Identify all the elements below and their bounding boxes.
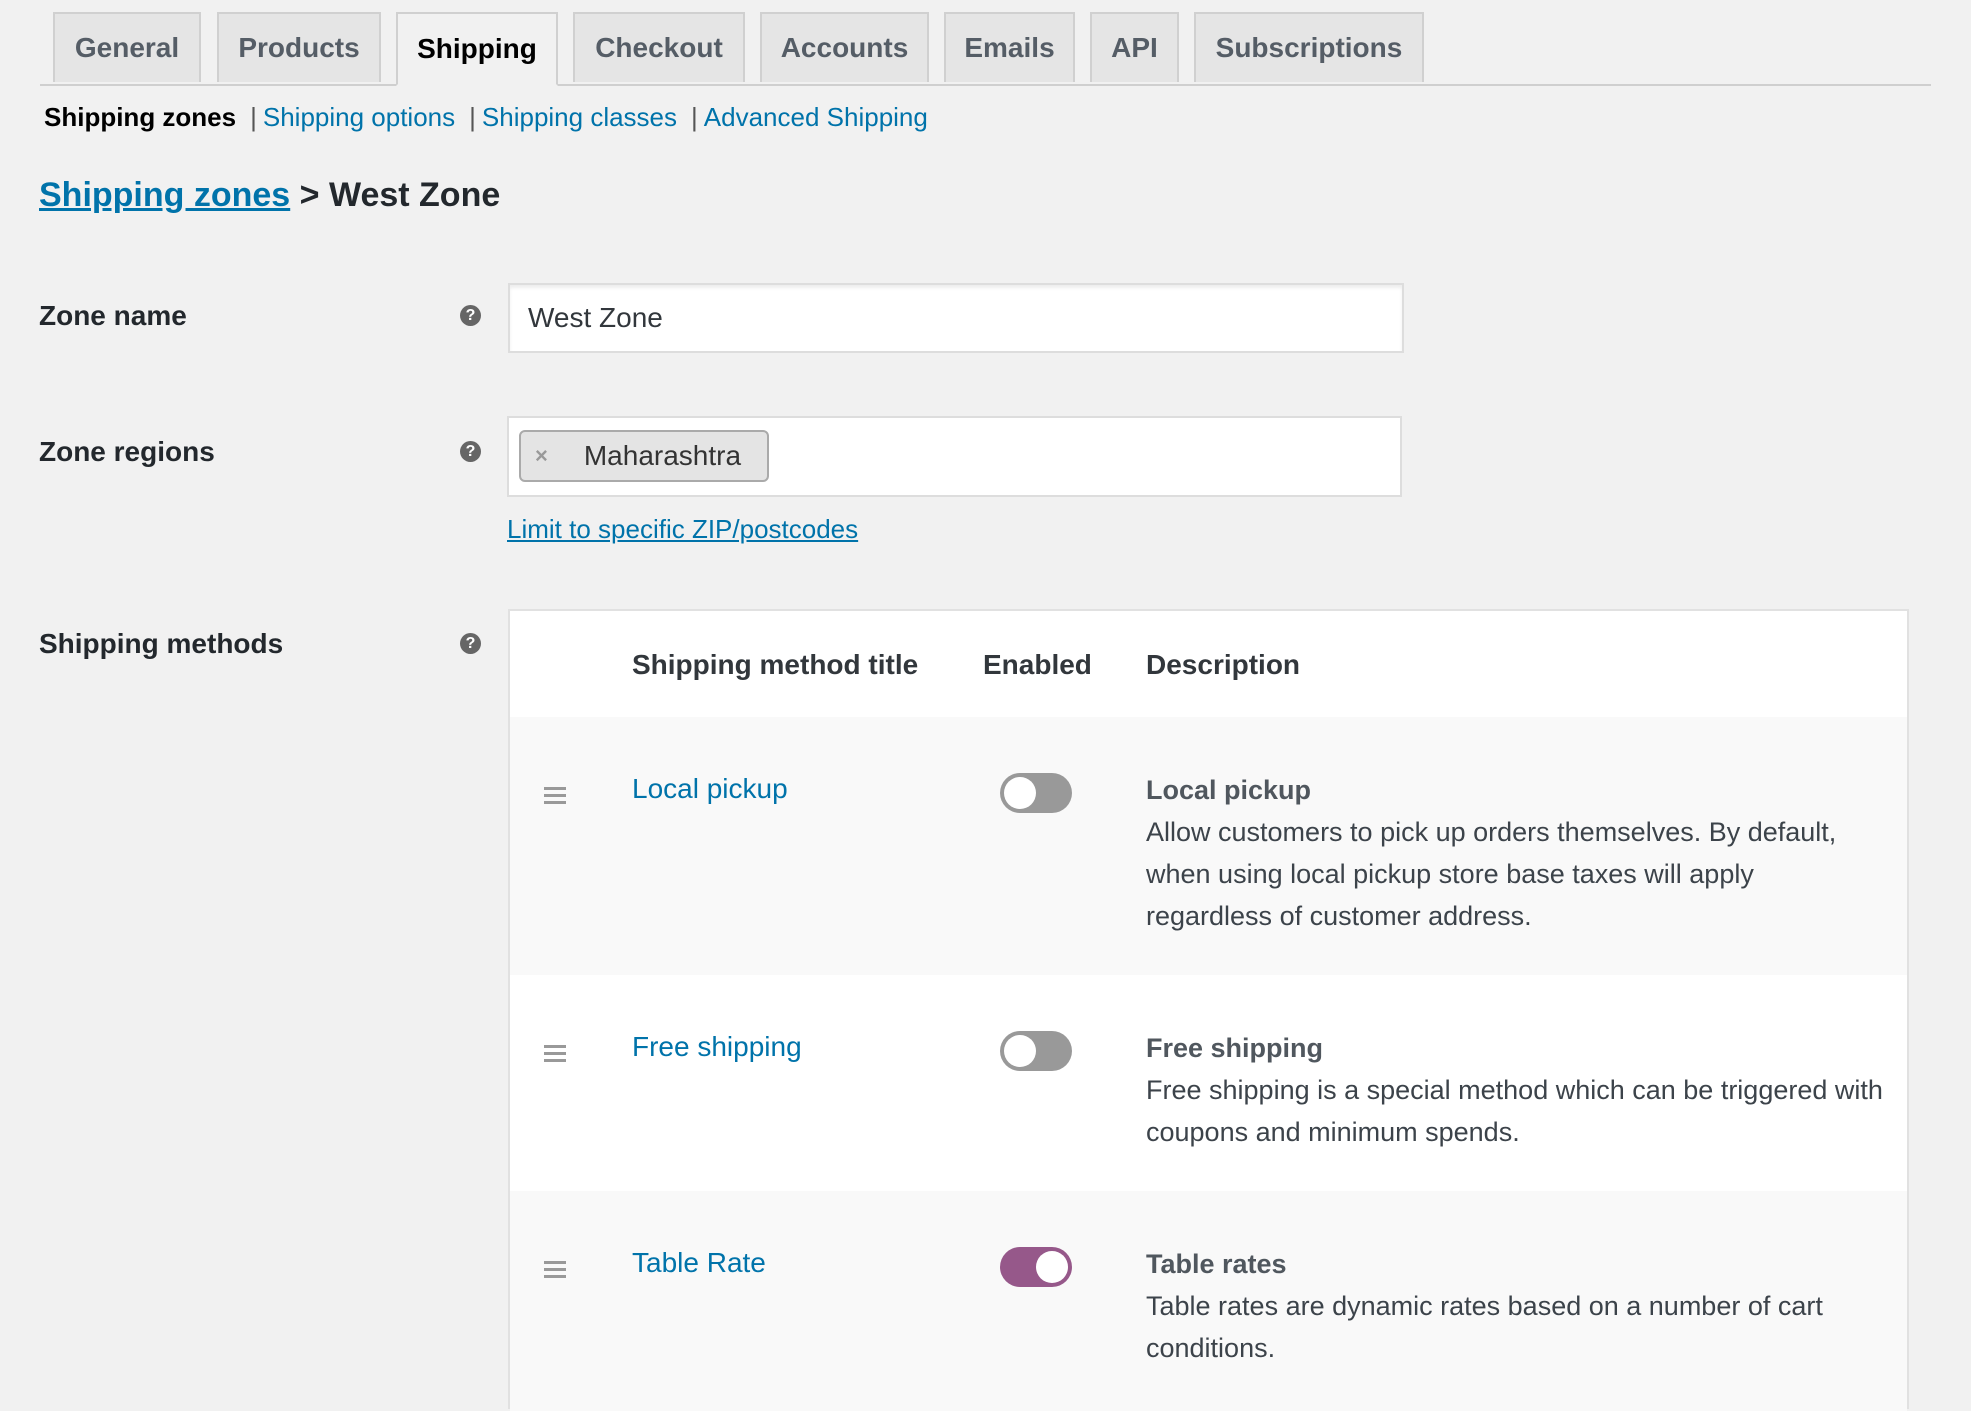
subnav-separator: |: [691, 102, 698, 132]
method-description-text: Allow customers to pick up orders themse…: [1146, 817, 1837, 931]
drag-handle-icon[interactable]: [544, 1045, 566, 1066]
method-description: Free shipping Free shipping is a special…: [1146, 1027, 1886, 1153]
subnav-separator: |: [469, 102, 476, 132]
settings-tabs: General Products Shipping Checkout Accou…: [40, 12, 1931, 86]
shipping-methods-label: Shipping methods: [39, 628, 284, 659]
tab-api[interactable]: API: [1090, 12, 1179, 82]
close-icon[interactable]: ×: [535, 443, 548, 469]
help-circle-icon[interactable]: ?: [460, 305, 481, 326]
region-chip-label: Maharashtra: [583, 440, 742, 471]
table-row: Free shipping Free shipping Free shippin…: [510, 975, 1907, 1191]
subnav-shipping-zones[interactable]: Shipping zones: [44, 102, 236, 133]
tab-shipping[interactable]: Shipping: [396, 12, 558, 86]
subnav-advanced-shipping[interactable]: Advanced Shipping: [704, 102, 928, 133]
zone-regions-select[interactable]: × Maharashtra: [507, 416, 1402, 497]
method-description-text: Free shipping is a special method which …: [1146, 1075, 1883, 1147]
limit-postcodes-link[interactable]: Limit to specific ZIP/postcodes: [507, 514, 858, 545]
method-description-title: Local pickup: [1146, 775, 1312, 805]
method-title-link[interactable]: Free shipping: [632, 1031, 802, 1063]
table-header: Shipping method title Enabled Descriptio…: [510, 611, 1907, 719]
subnav-shipping-classes[interactable]: Shipping classes: [482, 102, 677, 133]
column-header-title: Shipping method title: [632, 649, 919, 680]
method-description: Table rates Table rates are dynamic rate…: [1146, 1243, 1886, 1369]
region-chip: × Maharashtra: [519, 430, 769, 482]
method-title-link[interactable]: Local pickup: [632, 773, 788, 805]
help-circle-icon[interactable]: ?: [460, 441, 481, 462]
breadcrumb-shipping-zones-link[interactable]: Shipping zones: [39, 176, 290, 214]
enabled-toggle[interactable]: [1000, 1031, 1072, 1071]
zone-name-label: Zone name: [39, 300, 187, 331]
breadcrumb-current-zone: > West Zone: [290, 176, 501, 214]
subnav-shipping-options[interactable]: Shipping options: [263, 102, 455, 133]
tab-emails[interactable]: Emails: [944, 12, 1075, 82]
tab-checkout[interactable]: Checkout: [573, 12, 745, 82]
table-row: Table Rate Table rates Table rates are d…: [510, 1191, 1907, 1411]
zone-name-input[interactable]: [508, 283, 1404, 353]
enabled-toggle[interactable]: [1000, 1247, 1072, 1287]
method-description-title: Table rates: [1146, 1249, 1287, 1279]
subnav-separator: |: [250, 102, 257, 132]
tab-products[interactable]: Products: [217, 12, 381, 82]
method-description-text: Table rates are dynamic rates based on a…: [1146, 1291, 1823, 1363]
column-header-description: Description: [1146, 649, 1301, 680]
shipping-methods-table: Shipping method title Enabled Descriptio…: [508, 609, 1909, 1411]
tab-general[interactable]: General: [53, 12, 201, 82]
zone-regions-label: Zone regions: [39, 436, 215, 467]
table-row: Local pickup Local pickup Allow customer…: [510, 717, 1907, 975]
shipping-subnav: Shipping zones | Shipping options | Ship…: [44, 102, 928, 133]
method-description-title: Free shipping: [1146, 1033, 1324, 1063]
method-title-link[interactable]: Table Rate: [632, 1247, 766, 1279]
breadcrumb: Shipping zones > West Zone: [39, 176, 500, 215]
column-header-enabled: Enabled: [983, 649, 1092, 680]
enabled-toggle[interactable]: [1000, 773, 1072, 813]
tab-accounts[interactable]: Accounts: [760, 12, 929, 82]
help-circle-icon[interactable]: ?: [460, 633, 481, 654]
tab-subscriptions[interactable]: Subscriptions: [1194, 12, 1424, 82]
drag-handle-icon[interactable]: [544, 787, 566, 808]
method-description: Local pickup Allow customers to pick up …: [1146, 769, 1886, 937]
drag-handle-icon[interactable]: [544, 1261, 566, 1282]
